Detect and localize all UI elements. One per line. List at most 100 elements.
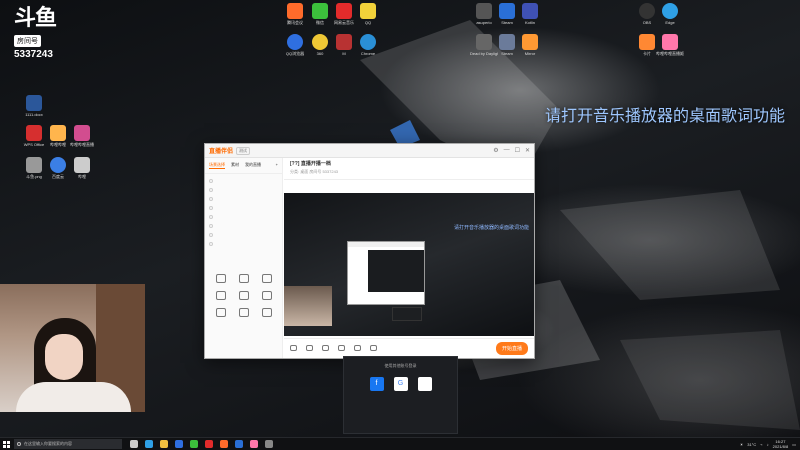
tool-icon [215, 308, 226, 317]
app-left-panel: 场景选择 素材 我的直播 + [205, 158, 283, 358]
apple-login-button[interactable] [417, 377, 432, 391]
taskbar-app-wechat[interactable] [190, 440, 198, 448]
weather-icon[interactable]: ☀ [740, 442, 744, 447]
tab-my-live[interactable]: 我的直播 [245, 162, 261, 169]
bottom-tool[interactable] [290, 345, 297, 352]
tool-item[interactable] [256, 291, 279, 301]
tool-icon [215, 291, 226, 300]
clock[interactable]: 16:27 2021/8/8 [773, 439, 789, 449]
eye-icon[interactable] [209, 232, 213, 237]
desktop-icon-bili[interactable]: 哔哩 [68, 157, 96, 179]
qq-browser-icon [287, 34, 303, 50]
bilibili-icon [50, 125, 66, 141]
eye-icon[interactable] [209, 205, 213, 210]
eye-icon[interactable] [209, 187, 213, 192]
netease-music-icon [336, 3, 352, 19]
tool-item[interactable] [209, 308, 232, 318]
desktop-icon-qq-browser[interactable]: QQ浏览器 [281, 34, 309, 56]
scene-item[interactable] [209, 203, 278, 212]
google-login-button[interactable]: G [393, 377, 408, 391]
minimize-icon[interactable]: — [504, 147, 510, 154]
chrome-icon [360, 34, 376, 50]
taskbar-app-edge[interactable] [145, 440, 153, 448]
taskbar-app-task-view[interactable] [130, 440, 138, 448]
scene-item[interactable] [209, 239, 278, 248]
bottom-tool[interactable] [306, 345, 313, 352]
tool-item[interactable] [232, 291, 255, 301]
desktop-icon-bilibili-live-2[interactable]: 哔哩哔哩直播 [68, 125, 96, 147]
streamer-face [45, 334, 83, 380]
desktop-icon-docx[interactable]: 1111.docx [20, 95, 48, 117]
tool-item[interactable] [209, 274, 232, 284]
clock-date: 2021/8/8 [772, 444, 789, 449]
tool-item[interactable] [256, 274, 279, 284]
taskbar-app-qq-browser[interactable] [175, 440, 183, 448]
stream-preview[interactable]: 请打开音乐播放器的桌面歌词功能 [284, 193, 534, 336]
network-icon[interactable]: ⌁ [760, 442, 762, 447]
app-title-bar[interactable]: 直播伴侣 测试 ⚙ — ☐ ✕ [205, 144, 534, 158]
bottom-tool[interactable] [322, 345, 329, 352]
eye-icon[interactable] [209, 223, 213, 228]
scene-item[interactable] [209, 185, 278, 194]
system-tray: ☀ 31°C ⌁ ♪ 16:27 2021/8/8 ▭ [740, 439, 800, 449]
windows-icon [2, 440, 10, 448]
tool-icon [370, 345, 377, 351]
desktop-icon-chrome[interactable]: Chrome [354, 34, 382, 56]
scene-item[interactable] [209, 212, 278, 221]
desktop-icon-mirror[interactable]: Mirror [516, 34, 544, 56]
desktop-icon-qq[interactable]: QQ [354, 3, 382, 25]
scene-item[interactable] [209, 176, 278, 185]
edge-icon [662, 3, 678, 19]
bottom-tool[interactable] [370, 345, 377, 352]
taskbar-app-bilibili[interactable] [250, 440, 258, 448]
room-number: 5337243 [14, 49, 53, 60]
tab-scenes[interactable]: 场景选择 [209, 162, 225, 169]
taskbar-app-explorer[interactable] [160, 440, 168, 448]
taskbar-app-live[interactable] [220, 440, 228, 448]
scene-item[interactable] [209, 221, 278, 230]
desktop-icon-bilibili-live[interactable]: 哔哩哔哩直播姬 [656, 34, 684, 56]
taskbar-app-steam[interactable] [235, 440, 243, 448]
app-logo: 直播伴侣 [209, 149, 234, 155]
kotlin-icon [522, 3, 538, 19]
car-icon [74, 157, 90, 173]
desktop-icon-edge[interactable]: Edge [656, 3, 684, 25]
tool-item[interactable] [232, 274, 255, 284]
close-icon[interactable]: ✕ [525, 147, 530, 154]
eye-icon[interactable] [209, 241, 213, 246]
bottom-tool[interactable] [338, 345, 345, 352]
volume-icon[interactable]: ♪ [767, 442, 769, 447]
tool-item[interactable] [209, 291, 232, 301]
weather-temp[interactable]: 31°C [747, 442, 756, 447]
desktop-icon-tencent-meeting[interactable]: 腾讯会议 [281, 3, 309, 25]
taskbar-search[interactable]: 在这里输入你要搜索的内容 [14, 439, 122, 449]
streaming-app-window[interactable]: 直播伴侣 测试 ⚙ — ☐ ✕ 场景选择 素材 我的直播 + [??] 直播开播… [204, 143, 535, 359]
settings-icon[interactable]: ⚙ [493, 147, 498, 154]
add-icon[interactable]: + [276, 162, 278, 169]
360-icon [312, 34, 328, 50]
taskbar-app-netease[interactable] [205, 440, 213, 448]
tab-materials[interactable]: 素材 [231, 162, 239, 169]
word-doc-icon [26, 95, 42, 111]
eye-icon[interactable] [209, 196, 213, 201]
desktop-icon-kotlin[interactable]: Kotlin [516, 3, 544, 25]
scene-item[interactable] [209, 230, 278, 239]
maximize-icon[interactable]: ☐ [515, 147, 520, 154]
tool-item[interactable] [232, 308, 255, 318]
live-title[interactable]: [??] 直播开播一档 [290, 160, 528, 167]
notification-icon[interactable]: ▭ [792, 442, 796, 447]
scene-item[interactable] [209, 194, 278, 203]
game-icon [476, 34, 492, 50]
tool-icon [262, 308, 273, 317]
eye-icon[interactable] [209, 214, 213, 219]
bottom-tool[interactable] [354, 345, 361, 352]
facebook-login-button[interactable]: f [369, 377, 384, 391]
preview-lyric-overlay: 请打开音乐播放器的桌面歌词功能 [454, 225, 530, 231]
tool-item[interactable] [256, 308, 279, 318]
search-icon [17, 442, 21, 446]
eye-icon[interactable] [209, 178, 213, 183]
start-button[interactable] [0, 438, 12, 450]
preview-webcam [284, 286, 332, 326]
start-live-button[interactable]: 开始直播 [495, 342, 528, 355]
taskbar-app-other[interactable] [265, 440, 273, 448]
